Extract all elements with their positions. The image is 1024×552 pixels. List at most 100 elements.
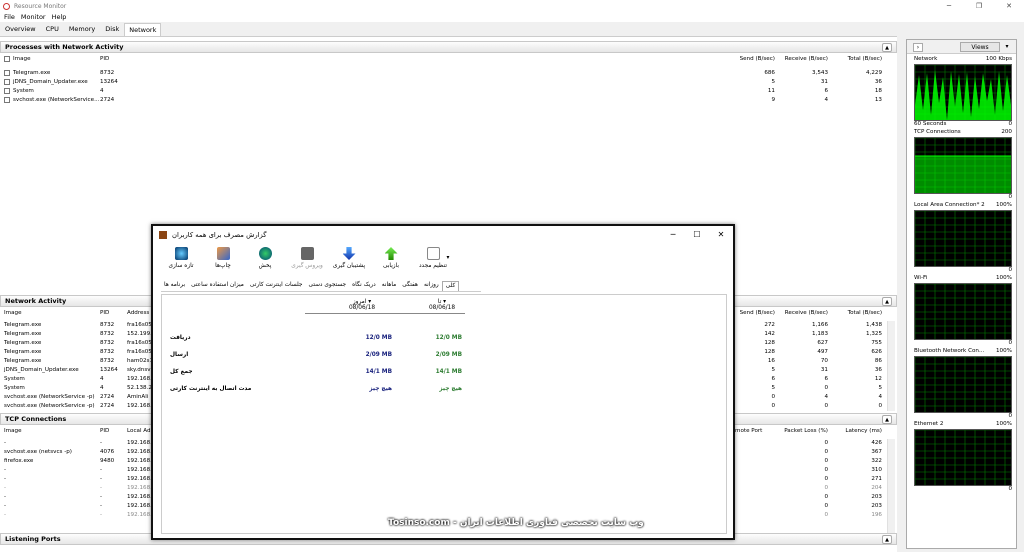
close-button[interactable]: ✕ — [994, 0, 1024, 12]
tab-cpu[interactable]: CPU — [41, 22, 64, 36]
cell-total: 12 — [874, 376, 882, 382]
cell-pid: 8732 — [100, 340, 115, 346]
table-row[interactable]: jDNS_Domain_Updater.exe 13264 5 31 36 — [0, 78, 897, 87]
table-row[interactable]: svchost.exe (NetworkService... 2724 9 4 … — [0, 96, 897, 105]
cell-total: 18 — [874, 88, 882, 94]
play-button[interactable]: پخش — [243, 247, 287, 269]
menu-monitor[interactable]: Monitor — [21, 13, 46, 21]
tab-overview[interactable]: Overview — [0, 22, 41, 36]
virus-scan-label: ویروس گیری — [291, 263, 323, 269]
collapse-icon[interactable]: ▲ — [882, 535, 892, 544]
cell-pid: 4 — [100, 88, 104, 94]
col-pid[interactable]: PID — [100, 428, 109, 434]
dialog-minimize-button[interactable]: ─ — [661, 226, 685, 243]
tab-daily[interactable]: روزانه — [421, 281, 442, 291]
backup-button[interactable]: پشتیبان گیری — [327, 247, 371, 269]
tab-manual-search[interactable]: جستجوی دستی — [305, 281, 349, 291]
col-send[interactable]: Send (B/sec) — [720, 56, 775, 62]
refresh-button[interactable]: تازه سازی — [159, 247, 203, 269]
tab-monthly[interactable]: ماهانه — [379, 281, 399, 291]
tab-memory[interactable]: Memory — [64, 22, 100, 36]
cell-packet-loss: 0 — [824, 467, 828, 473]
col-local-address[interactable]: Local Ad — [127, 428, 151, 434]
print-button[interactable]: چاپ‌ها — [201, 247, 245, 269]
select-all-checkbox[interactable] — [4, 56, 10, 62]
cell-send: 686 — [764, 70, 775, 76]
until-column-header[interactable]: تا ▾ 08/06/18 — [417, 299, 467, 311]
vertical-scrollbar[interactable] — [887, 321, 895, 411]
restore-button[interactable]: بازیابی — [369, 247, 413, 269]
graph-max: 100% — [996, 348, 1012, 354]
cell-image: - — [4, 485, 7, 491]
col-packet-loss[interactable]: Packet Loss (%) — [770, 428, 828, 434]
cell-receive: 6 — [824, 88, 828, 94]
graph-max: 100% — [996, 202, 1012, 208]
cell-image: Telegram.exe — [13, 70, 51, 76]
summary-label: ارسال — [170, 352, 189, 358]
cell-send: 11 — [767, 88, 775, 94]
col-receive[interactable]: Receive (B/sec) — [770, 310, 828, 316]
graph-title: TCP Connections — [914, 129, 961, 135]
graph-title: Bluetooth Network Con... — [914, 348, 985, 354]
today-column-header[interactable]: امروز ▾ 08/06/18 — [332, 299, 392, 311]
tab-card-sessions[interactable]: جلسات اینترنت کارتی — [247, 281, 306, 291]
tab-glance[interactable]: دریک نگاه — [349, 281, 379, 291]
maximize-button[interactable]: ❐ — [964, 0, 994, 12]
col-receive[interactable]: Receive (B/sec) — [770, 56, 828, 62]
table-row[interactable]: Telegram.exe 8732 686 3,543 4,229 — [0, 69, 897, 78]
row-checkbox[interactable] — [4, 97, 10, 103]
cell-total: 755 — [871, 340, 882, 346]
graph-min: 0 — [1008, 194, 1012, 200]
tab-programs[interactable]: برنامه ها — [161, 281, 188, 291]
chevron-down-icon[interactable]: ▾ — [1002, 42, 1012, 52]
toolbar-dropdown[interactable]: ▾ — [443, 255, 453, 261]
dialog-title: گزارش مصرف برای همه کاربران — [172, 230, 267, 239]
cell-total: 4 — [878, 394, 882, 400]
col-image[interactable]: Image — [4, 428, 22, 434]
cell-image: - — [4, 467, 7, 473]
cell-latency: 322 — [871, 458, 882, 464]
cell-receive: 4 — [824, 394, 828, 400]
col-remote-port[interactable]: mote Port — [735, 428, 762, 434]
minimize-button[interactable]: ─ — [934, 0, 964, 12]
col-pid[interactable]: PID — [100, 310, 109, 316]
table-row[interactable]: System 4 11 6 18 — [0, 87, 897, 96]
cell-pid: - — [100, 503, 103, 509]
tab-hourly-usage[interactable]: میزان استفاده ساعتی — [188, 281, 247, 291]
col-address[interactable]: Address — [127, 310, 149, 316]
expand-arrow-icon[interactable]: › — [913, 43, 923, 52]
row-checkbox[interactable] — [4, 79, 10, 85]
col-total[interactable]: Total (B/sec) — [830, 310, 882, 316]
col-pid[interactable]: PID — [100, 56, 109, 62]
collapse-icon[interactable]: ▲ — [882, 43, 892, 52]
collapse-icon[interactable]: ▲ — [882, 415, 892, 424]
dialog-close-button[interactable]: ✕ — [709, 226, 733, 243]
row-checkbox[interactable] — [4, 88, 10, 94]
until-value: 14/1 MB — [435, 369, 462, 375]
vertical-scrollbar[interactable] — [887, 439, 895, 533]
tab-network[interactable]: Network — [124, 23, 162, 36]
col-latency[interactable]: Latency (ms) — [830, 428, 882, 434]
menu-file[interactable]: File — [4, 13, 15, 21]
row-checkbox[interactable] — [4, 70, 10, 76]
summary-label: مدت اتصال به اینترنت کارتی — [170, 386, 252, 392]
cell-address: 152.199. — [127, 331, 152, 337]
tab-general[interactable]: کلی — [441, 281, 460, 291]
cell-receive: 1,166 — [811, 322, 828, 328]
today-value: 2/09 MB — [365, 352, 392, 358]
cell-local-address: 192.168. — [127, 476, 152, 482]
cell-local-address: 192.168. — [127, 512, 152, 518]
tab-weekly[interactable]: هفتگی — [399, 281, 421, 291]
col-image[interactable]: Image — [4, 310, 22, 316]
views-button[interactable]: Views — [960, 42, 1000, 52]
cell-address: 192.168. — [127, 376, 152, 382]
collapse-icon[interactable]: ▲ — [882, 297, 892, 306]
menu-help[interactable]: Help — [52, 13, 67, 21]
dialog-maximize-button[interactable]: ☐ — [685, 226, 709, 243]
tab-disk[interactable]: Disk — [100, 22, 124, 36]
virus-scan-button[interactable]: ویروس گیری — [285, 247, 329, 269]
play-label: پخش — [258, 263, 272, 269]
col-image[interactable]: Image — [13, 56, 31, 62]
col-total[interactable]: Total (B/sec) — [830, 56, 882, 62]
processes-header[interactable]: Processes with Network Activity ▲ — [0, 41, 897, 53]
